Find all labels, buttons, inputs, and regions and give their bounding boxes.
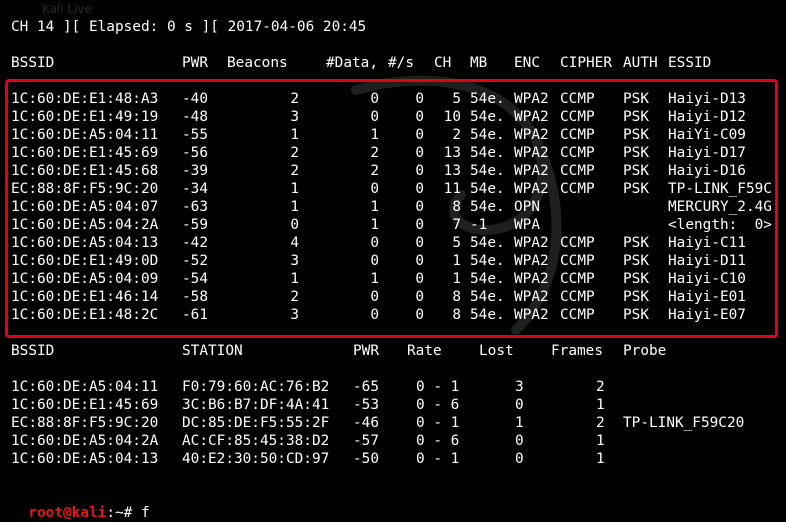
station-cell: 0 bbox=[515, 451, 524, 467]
ap-header-3: #Data, bbox=[326, 55, 378, 71]
station-cell: -65 bbox=[353, 379, 379, 395]
station-cell: 1C:60:DE:E1:45:69 bbox=[11, 397, 159, 413]
station-header-5: Frames bbox=[551, 343, 603, 359]
prompt-path: :~# bbox=[106, 505, 141, 521]
prompt-user-host: root@kali bbox=[28, 505, 107, 521]
station-cell: AC:CF:85:45:38:D2 bbox=[182, 433, 330, 449]
station-cell: EC:88:8F:F5:9C:20 bbox=[11, 415, 159, 431]
ap-header-1: PWR bbox=[182, 55, 208, 71]
shell-prompt[interactable]: root@kali:~# f bbox=[11, 486, 149, 521]
station-cell: 0 - 6 bbox=[416, 433, 460, 449]
station-cell: 0 bbox=[515, 397, 524, 413]
station-cell: -53 bbox=[353, 397, 379, 413]
station-cell: TP-LINK_F59C20 bbox=[623, 415, 745, 431]
prompt-command: f bbox=[140, 505, 150, 521]
station-cell: 0 - 1 bbox=[416, 379, 460, 395]
airodump-status-line: CH 14 ][ Elapsed: 0 s ][ 2017-04-06 20:4… bbox=[11, 19, 367, 35]
station-cell: 1 bbox=[596, 433, 605, 449]
highlight-box bbox=[5, 79, 778, 338]
ap-header-9: AUTH bbox=[623, 55, 658, 71]
station-cell: 2 bbox=[596, 379, 605, 395]
station-cell: 1C:60:DE:A5:04:2A bbox=[11, 433, 159, 449]
ap-header-6: MB bbox=[470, 55, 488, 71]
station-cell: 0 - 1 bbox=[416, 415, 460, 431]
ap-header-5: CH bbox=[434, 55, 452, 71]
watermark-text: Kali Live bbox=[42, 2, 92, 16]
station-table-row: 1C:60:DE:A5:04:2A AC:CF:85:45:38:D2 -57 0 -… bbox=[0, 432, 786, 450]
station-header-0: BSSID bbox=[11, 343, 55, 359]
station-cell: 40:E2:30:50:CD:97 bbox=[182, 451, 330, 467]
station-table-row: EC:88:8F:F5:9C:20 DC:85:DE:F5:55:2F -46 0 -… bbox=[0, 414, 786, 432]
ap-header-10: ESSID bbox=[668, 55, 712, 71]
ap-header-4: #/s bbox=[388, 55, 414, 71]
station-cell: 0 - 1 bbox=[416, 451, 460, 467]
station-cell: -57 bbox=[353, 433, 379, 449]
station-header-1: STATION bbox=[182, 343, 243, 359]
ap-header-2: Beacons bbox=[227, 55, 288, 71]
station-table-row: 1C:60:DE:A5:04:13 40:E2:30:50:CD:97 -50 0 -… bbox=[0, 450, 786, 468]
station-cell: 0 bbox=[515, 433, 524, 449]
station-cell: 1 bbox=[596, 451, 605, 467]
station-cell: 0 - 6 bbox=[416, 397, 460, 413]
station-cell: 2 bbox=[596, 415, 605, 431]
station-cell: DC:85:DE:F5:55:2F bbox=[182, 415, 330, 431]
station-header-6: Probe bbox=[623, 343, 667, 359]
station-table-row: 1C:60:DE:A5:04:11 F0:79:60:AC:76:B2 -65 0 -… bbox=[0, 378, 786, 396]
ap-header-0: BSSID bbox=[11, 55, 55, 71]
station-cell: 1C:60:DE:A5:04:11 bbox=[11, 379, 159, 395]
station-cell: 1 bbox=[596, 397, 605, 413]
station-cell: 1C:60:DE:A5:04:13 bbox=[11, 451, 159, 467]
station-table-row: 1C:60:DE:E1:45:69 3C:B6:B7:DF:4A:41 -53 0 -… bbox=[0, 396, 786, 414]
station-header-2: PWR bbox=[353, 343, 379, 359]
station-header-3: Rate bbox=[407, 343, 442, 359]
ap-header-7: ENC bbox=[514, 55, 540, 71]
station-cell: 3C:B6:B7:DF:4A:41 bbox=[182, 397, 330, 413]
station-cell: -50 bbox=[353, 451, 379, 467]
station-cell: 1 bbox=[515, 415, 524, 431]
ap-header-8: CIPHER bbox=[560, 55, 612, 71]
station-cell: -46 bbox=[353, 415, 379, 431]
station-cell: 3 bbox=[515, 379, 524, 395]
station-cell: F0:79:60:AC:76:B2 bbox=[182, 379, 330, 395]
station-header-4: Lost bbox=[479, 343, 514, 359]
